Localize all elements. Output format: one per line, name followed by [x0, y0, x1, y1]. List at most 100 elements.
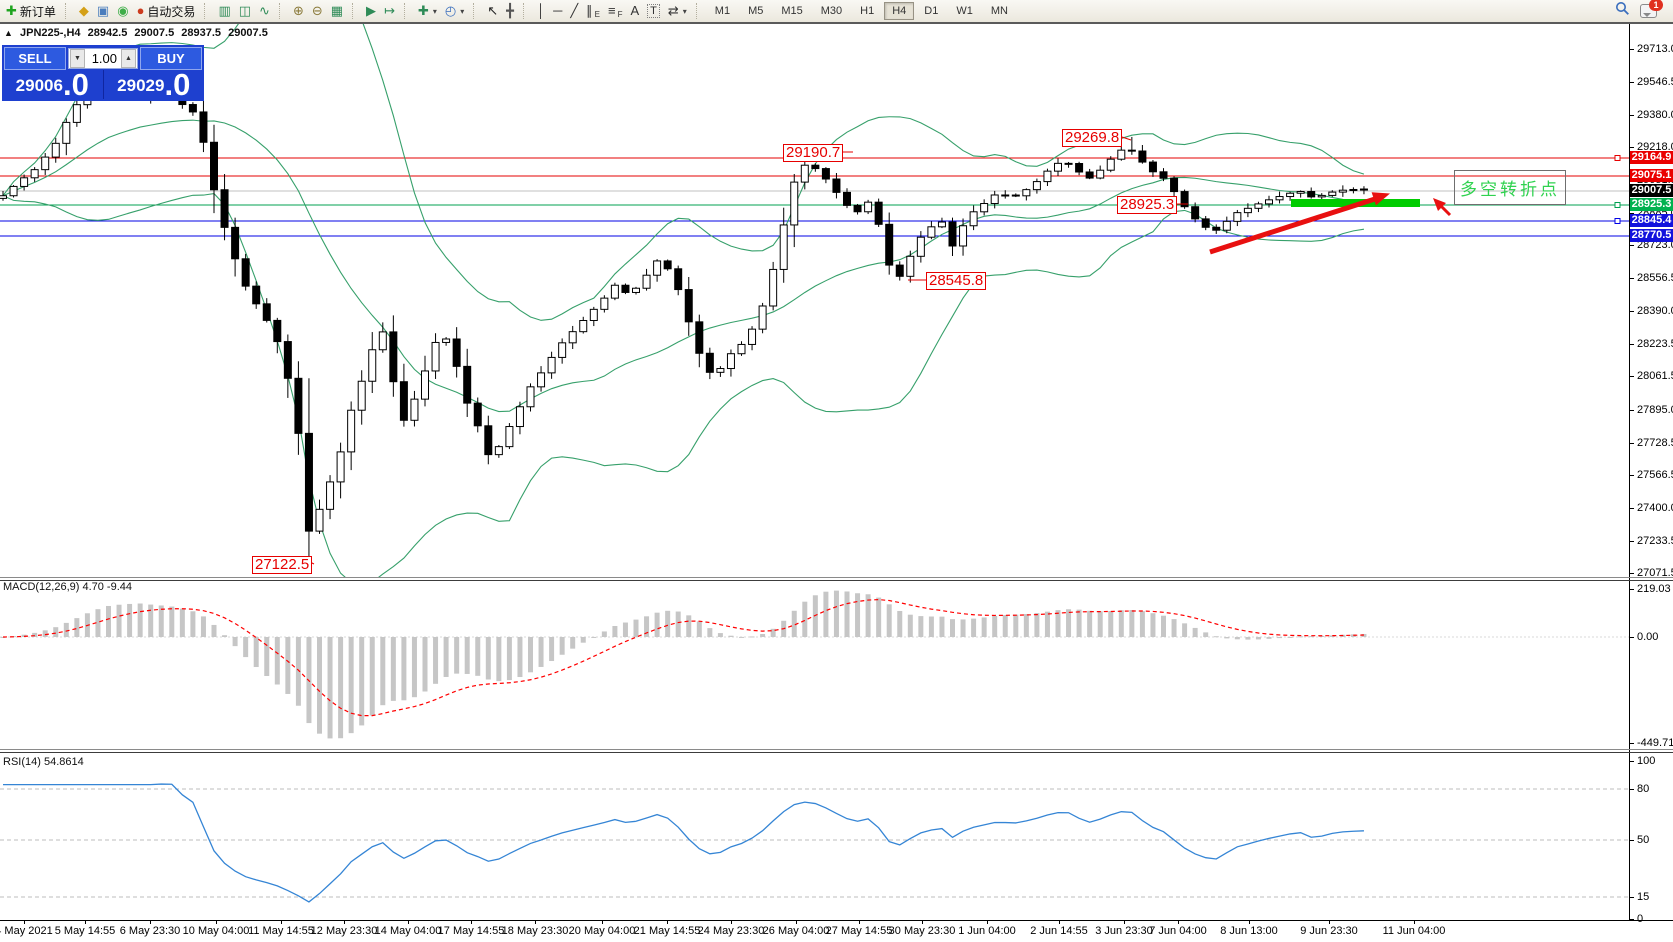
panel-divider[interactable] [0, 752, 1673, 753]
new-order-label: 新订单 [20, 3, 56, 20]
price-tick-mark [1629, 508, 1634, 509]
bar-chart-icon: ▥ [218, 3, 230, 19]
volume-input[interactable]: ▼ 1.00 ▲ [68, 48, 138, 69]
sell-button[interactable]: SELL [4, 47, 66, 70]
gold-button[interactable]: ◆ [75, 2, 93, 20]
volume-value[interactable]: 1.00 [86, 51, 120, 66]
time-tick-mark [471, 920, 472, 924]
cursor-icon: ↖ [487, 3, 498, 19]
pivot-note-text[interactable]: 多空转折点 [1454, 170, 1566, 205]
price-callout-label[interactable]: 28925.3 [1117, 196, 1177, 214]
toolbar-group: ✚▾◴▾ [412, 0, 470, 22]
indicators-button[interactable]: ✚▾ [414, 2, 441, 20]
volume-increase-button[interactable]: ▲ [121, 49, 136, 68]
price-tick-mark [1629, 147, 1634, 148]
time-tick-mark [85, 920, 86, 924]
price-tick-label: -449.71 [1637, 737, 1673, 749]
macd-panel[interactable] [0, 591, 1629, 739]
volume-decrease-button[interactable]: ▼ [70, 49, 85, 68]
timeframe-h4[interactable]: H4 [884, 2, 914, 20]
line-handle[interactable] [1615, 219, 1620, 224]
price-chart-canvas[interactable] [0, 0, 1673, 942]
price-tick-label: 80 [1637, 783, 1673, 795]
panel-divider[interactable] [0, 580, 1673, 581]
chevron-down-icon[interactable]: ▾ [683, 7, 687, 16]
timeframe-m30[interactable]: M30 [813, 2, 850, 20]
price-tick-mark [1629, 840, 1634, 841]
clock-button[interactable]: ◴▾ [441, 2, 468, 20]
price-tick-mark [1629, 245, 1634, 246]
buy-price[interactable]: 29029.0 [103, 70, 205, 99]
text-button[interactable]: A [626, 2, 643, 20]
price-tick-label: 27566.5 [1637, 469, 1673, 481]
cursor-button[interactable]: ↖ [483, 2, 502, 20]
autotrading-button[interactable]: ●自动交易 [133, 2, 200, 21]
main-chart-panel[interactable] [0, 0, 1629, 586]
rsi-panel[interactable] [0, 784, 1629, 902]
zoom-in-button[interactable]: ⊕ [289, 2, 308, 20]
price-tick-mark [1629, 589, 1634, 590]
timeframe-m5[interactable]: M5 [740, 2, 771, 20]
price-tick-mark [1629, 376, 1634, 377]
chevron-down-icon[interactable]: ▾ [433, 7, 437, 16]
line-handle[interactable] [1615, 156, 1620, 161]
text-label-button[interactable]: T [643, 3, 664, 19]
new-order-button[interactable]: ✚新订单 [2, 2, 60, 21]
bollinger-lower-band [3, 194, 1364, 586]
price-callout-label[interactable]: 29269.8 [1062, 129, 1122, 147]
autotrading-icon: ● [137, 3, 145, 19]
panel-divider[interactable] [0, 577, 1673, 578]
price-badge: 29075.1 [1630, 169, 1673, 182]
collapse-panel-icon[interactable]: ▲ [4, 28, 13, 38]
line-chart-button[interactable]: ∿ [255, 2, 274, 20]
trendline-button[interactable]: ╱ [566, 2, 582, 20]
horizontal-line-button[interactable]: ─ [549, 2, 566, 20]
chat-icon[interactable]: 1 [1640, 4, 1657, 18]
sell-price[interactable]: 29006.0 [2, 70, 103, 99]
timeframe-w1[interactable]: W1 [948, 2, 981, 20]
macd-histogram [1, 591, 1367, 739]
panel-divider[interactable] [0, 749, 1673, 750]
price-tick-label: 27895.0 [1637, 404, 1673, 416]
timeframe-d1[interactable]: D1 [916, 2, 946, 20]
autotrading-label: 自动交易 [147, 3, 195, 20]
time-axis-label: 9 Jun 23:30 [1300, 925, 1358, 937]
chevron-down-icon[interactable]: ▾ [460, 7, 464, 16]
price-tick-label: 100 [1637, 755, 1673, 767]
price-tick-mark [1629, 637, 1634, 638]
toolbar-group: ✚新订单 [0, 0, 62, 22]
time-tick-mark [535, 920, 536, 924]
timeframe-m15[interactable]: M15 [773, 2, 810, 20]
line-handle[interactable] [1615, 203, 1620, 208]
price-badge: 28925.3 [1630, 198, 1673, 211]
toolbar-separator [523, 3, 528, 19]
vertical-line-button[interactable]: │ [533, 2, 549, 20]
price-callout-label[interactable]: 27122.5 [252, 556, 312, 574]
time-axis-label: 2 Jun 14:55 [1030, 925, 1088, 937]
price-tick-label: 27233.5 [1637, 535, 1673, 547]
toolbar-group: ⊕⊖▦ [287, 0, 349, 22]
crosshair-button[interactable]: ╋ [502, 2, 518, 20]
candlestick-series[interactable] [0, 53, 1367, 563]
price-callout-label[interactable]: 28545.8 [926, 272, 986, 290]
fibonacci-button[interactable]: ≡F [604, 2, 626, 20]
candlestick-button[interactable]: ◫ [235, 2, 255, 20]
price-tick-label: 28223.5 [1637, 338, 1673, 350]
channel-button[interactable]: ∥E [582, 2, 604, 20]
signals-button[interactable]: ◉ [113, 2, 132, 20]
price-callout-label[interactable]: 29190.7 [783, 144, 843, 162]
bar-chart-button[interactable]: ▥ [214, 2, 234, 20]
auto-scroll-button[interactable]: ▶ [362, 2, 380, 20]
timeframe-h1[interactable]: H1 [852, 2, 882, 20]
chart-shift-button[interactable]: ↦ [380, 2, 399, 20]
timeframe-m1[interactable]: M1 [707, 2, 738, 20]
search-icon[interactable] [1615, 1, 1630, 21]
metaeditor-button[interactable]: ▣ [93, 2, 113, 20]
time-tick-mark [859, 920, 860, 924]
shapes-button[interactable]: ⇄▾ [664, 2, 691, 20]
tile-windows-button[interactable]: ▦ [327, 2, 347, 20]
price-tick-mark [1629, 475, 1634, 476]
timeframe-mn[interactable]: MN [983, 2, 1016, 20]
toolbar-separator [696, 3, 701, 19]
zoom-out-button[interactable]: ⊖ [308, 2, 327, 20]
